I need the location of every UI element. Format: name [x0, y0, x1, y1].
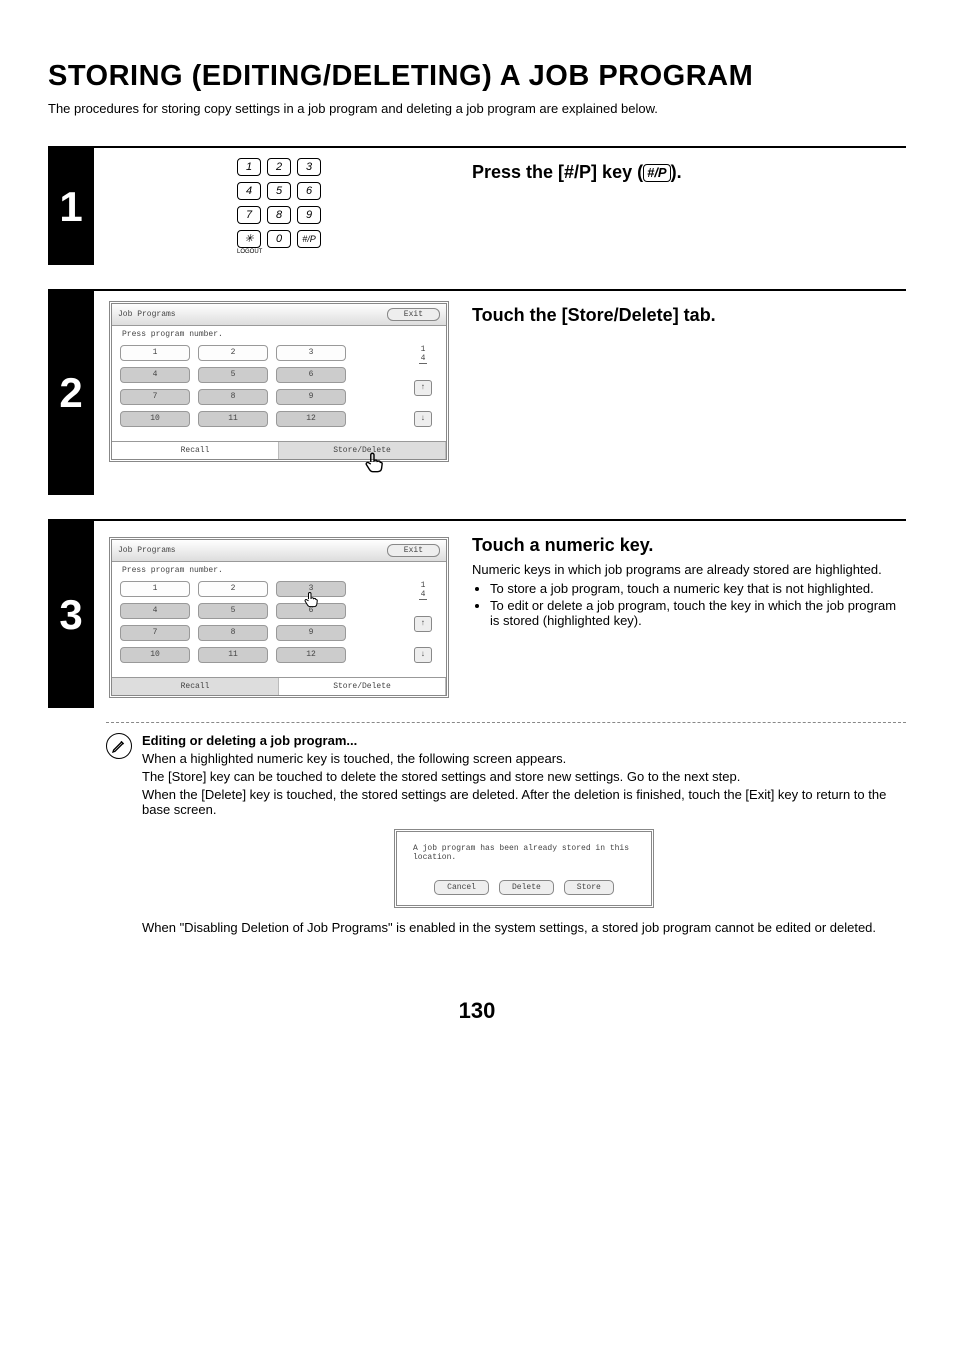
bullet-item: To store a job program, touch a numeric …	[490, 581, 906, 596]
step-number-2: 2	[48, 291, 94, 495]
note-icon	[106, 733, 132, 759]
note-line: When the [Delete] key is touched, the st…	[142, 787, 906, 817]
lcd-scroll-down[interactable]: ↓	[414, 411, 432, 427]
lcd-page-indicator: 1 4	[419, 581, 428, 600]
step-number-1: 1	[48, 148, 94, 265]
lcd-program-button[interactable]: 3	[276, 345, 346, 361]
step1-title-suffix: ).	[671, 162, 682, 182]
keypad-key: 2	[267, 158, 291, 176]
keypad-key: 8	[267, 206, 291, 224]
note-heading: Editing or deleting a job program...	[142, 733, 906, 748]
lcd-scroll-up[interactable]: ↑	[414, 380, 432, 396]
lcd-program-button[interactable]: 8	[198, 389, 268, 405]
lcd-program-button[interactable]: 2	[198, 581, 268, 597]
hashp-key-icon: #/P	[643, 164, 671, 182]
step3-instruction: Touch a numeric key.	[472, 535, 906, 556]
lcd-program-button[interactable]: 1	[120, 345, 190, 361]
lcd-exit-button[interactable]: Exit	[387, 544, 440, 557]
lcd-program-button[interactable]: 5	[198, 367, 268, 383]
lcd-program-button[interactable]: 12	[276, 411, 346, 427]
step-1: 1 1 2 3 4 5 6 7 8 9 ✳ LO	[48, 146, 906, 265]
keypad-key: 1	[237, 158, 261, 176]
lcd-program-button[interactable]: 6	[276, 367, 346, 383]
bullet-item: To edit or delete a job program, touch t…	[490, 598, 906, 628]
step1-instruction: Press the [#/P] key (#/P).	[472, 162, 906, 183]
lcd-panel-step3: Job Programs Exit Press program number. …	[109, 537, 449, 698]
lcd-program-button[interactable]: 11	[198, 411, 268, 427]
step-3: 3 Job Programs Exit Press program number…	[48, 519, 906, 938]
keypad-key: 4	[237, 182, 261, 200]
lcd-panel-step2: Job Programs Exit Press program number. …	[109, 301, 449, 462]
logout-label: LOGOUT	[237, 249, 261, 255]
lcd-program-button[interactable]: 5	[198, 603, 268, 619]
lcd-title: Job Programs	[118, 546, 387, 555]
lcd-program-button[interactable]: 7	[120, 389, 190, 405]
lcd-page-indicator: 1 4	[419, 345, 428, 364]
step3-bullets: To store a job program, touch a numeric …	[472, 581, 906, 628]
keypad-key: 7	[237, 206, 261, 224]
lcd-tab-store-delete[interactable]: Store/Delete	[279, 678, 446, 695]
lcd-program-button[interactable]: 8	[198, 625, 268, 641]
page-number: 130	[48, 998, 906, 1024]
keypad-key-hashp: #/P	[297, 230, 321, 248]
keypad-key: 6	[297, 182, 321, 200]
lcd-program-button[interactable]: 10	[120, 647, 190, 663]
pointing-hand-icon	[361, 450, 387, 476]
popup-cancel-button[interactable]: Cancel	[434, 880, 489, 895]
lcd-program-button[interactable]: 2	[198, 345, 268, 361]
confirmation-popup: A job program has been already stored in…	[394, 829, 654, 908]
lcd-scroll-up[interactable]: ↑	[414, 616, 432, 632]
step-number-3: 3	[48, 521, 94, 708]
lcd-instruction: Press program number.	[122, 566, 438, 575]
keypad-key: 5	[267, 182, 291, 200]
lcd-program-button[interactable]: 10	[120, 411, 190, 427]
lcd-scroll-down[interactable]: ↓	[414, 647, 432, 663]
step2-instruction: Touch the [Store/Delete] tab.	[472, 305, 906, 326]
note-line: The [Store] key can be touched to delete…	[142, 769, 906, 784]
lcd-program-button[interactable]: 9	[276, 625, 346, 641]
lcd-instruction: Press program number.	[122, 330, 438, 339]
popup-store-button[interactable]: Store	[564, 880, 614, 895]
dashed-divider	[106, 722, 906, 723]
lcd-program-button[interactable]: 7	[120, 625, 190, 641]
keypad-key: 0	[267, 230, 291, 248]
step3-description: Numeric keys in which job programs are a…	[472, 562, 906, 577]
note-final: When "Disabling Deletion of Job Programs…	[142, 920, 906, 935]
lcd-program-button[interactable]: 4	[120, 367, 190, 383]
lcd-tab-recall[interactable]: Recall	[112, 442, 279, 459]
step1-title-prefix: Press the [#/P] key (	[472, 162, 643, 182]
keypad-key-star: ✳	[237, 230, 261, 248]
lcd-program-button[interactable]: 1	[120, 581, 190, 597]
lcd-exit-button[interactable]: Exit	[387, 308, 440, 321]
page-title: STORING (EDITING/DELETING) A JOB PROGRAM	[48, 60, 906, 93]
popup-delete-button[interactable]: Delete	[499, 880, 554, 895]
lcd-program-button[interactable]: 4	[120, 603, 190, 619]
lcd-program-button[interactable]: 11	[198, 647, 268, 663]
keypad-key: 3	[297, 158, 321, 176]
keypad-illustration: 1 2 3 4 5 6 7 8 9 ✳ LOGOUT 0	[237, 158, 321, 255]
lcd-program-button[interactable]: 12	[276, 647, 346, 663]
lcd-tab-recall[interactable]: Recall	[112, 678, 279, 695]
lcd-program-button[interactable]: 9	[276, 389, 346, 405]
lcd-program-button[interactable]: 3	[276, 581, 346, 597]
step-2: 2 Job Programs Exit Press program number…	[48, 289, 906, 495]
lcd-title: Job Programs	[118, 310, 387, 319]
intro-text: The procedures for storing copy settings…	[48, 101, 906, 116]
keypad-key: 9	[297, 206, 321, 224]
note-line: When a highlighted numeric key is touche…	[142, 751, 906, 766]
popup-message: A job program has been already stored in…	[413, 844, 635, 862]
